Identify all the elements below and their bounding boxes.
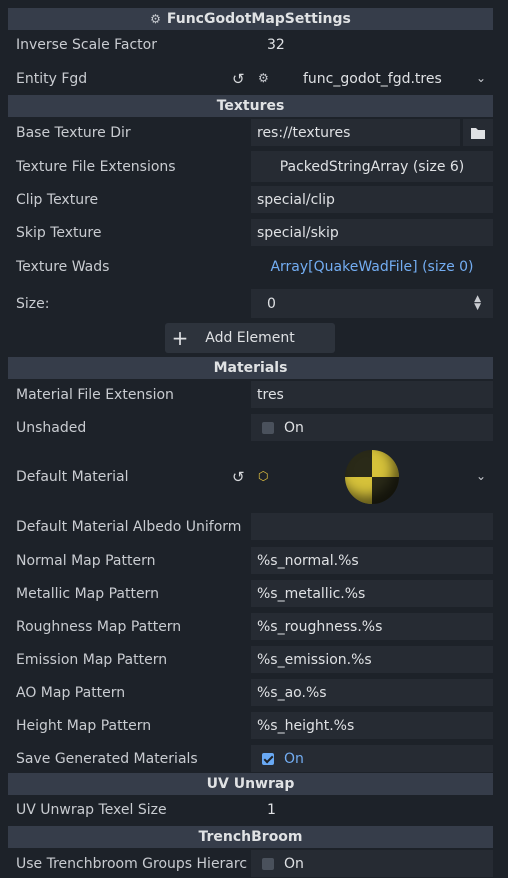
ao-map-field[interactable]: %s_ao.%s (251, 679, 493, 706)
default-material-row: Default Material ↺ ⬡ ⌄ (0, 447, 508, 507)
emission-map-row: Emission Map Pattern %s_emission.%s (0, 646, 508, 673)
albedo-uniform-label: Default Material Albedo Uniform (16, 518, 242, 535)
material-ext-label: Material File Extension (16, 386, 174, 403)
uv-texel-field[interactable]: 1 (251, 797, 493, 823)
size-label: Size: (16, 295, 50, 312)
unshaded-checkbox[interactable]: On (251, 414, 493, 441)
section-materials[interactable]: Materials (8, 357, 493, 379)
albedo-uniform-row: Default Material Albedo Uniform (0, 513, 508, 540)
groups-hierarchy-row: Use Trenchbroom Groups Hierarc... On (0, 850, 508, 877)
height-map-row: Height Map Pattern %s_height.%s (0, 712, 508, 739)
size-spinbox[interactable]: 0 ▲ ▼ (251, 289, 493, 318)
folder-icon[interactable] (463, 119, 493, 146)
add-element-button[interactable]: + Add Element (165, 323, 335, 353)
texture-wads-field[interactable]: Array[QuakeWadFile] (size 0) (251, 251, 493, 282)
entity-fgd-field[interactable]: func_godot_fgd.tres (303, 64, 483, 94)
header-title: FuncGodotMapSettings (166, 11, 351, 27)
material-cube-icon: ⬡ (258, 469, 269, 483)
section-uv-unwrap[interactable]: UV Unwrap (8, 773, 493, 795)
spin-arrows-icon[interactable]: ▲ ▼ (474, 295, 481, 312)
uv-texel-label: UV Unwrap Texel Size (16, 802, 167, 818)
height-map-field[interactable]: %s_height.%s (251, 712, 493, 739)
emission-map-field[interactable]: %s_emission.%s (251, 646, 493, 673)
checkbox-off-icon[interactable] (262, 857, 274, 870)
normal-map-row: Normal Map Pattern %s_normal.%s (0, 547, 508, 574)
clip-texture-row: Clip Texture special/clip (0, 186, 508, 213)
height-map-label: Height Map Pattern (16, 717, 152, 734)
texture-ext-field[interactable]: PackedStringArray (size 6) (251, 151, 493, 182)
metallic-map-row: Metallic Map Pattern %s_metallic.%s (0, 580, 508, 607)
texture-ext-label: Texture File Extensions (16, 158, 176, 175)
metallic-map-label: Metallic Map Pattern (16, 585, 159, 602)
save-generated-label: Save Generated Materials (16, 750, 198, 767)
revert-icon[interactable]: ↺ (232, 70, 245, 88)
section-trenchbroom[interactable]: TrenchBroom (8, 826, 493, 848)
inverse-scale-row: Inverse Scale Factor 32 (0, 31, 508, 59)
metallic-map-field[interactable]: %s_metallic.%s (251, 580, 493, 607)
texture-ext-row: Texture File Extensions PackedStringArra… (0, 151, 508, 182)
unshaded-label: Unshaded (16, 419, 87, 436)
emission-map-label: Emission Map Pattern (16, 651, 168, 668)
groups-hierarchy-label: Use Trenchbroom Groups Hierarc... (16, 855, 248, 872)
ao-map-label: AO Map Pattern (16, 684, 126, 701)
revert-icon[interactable]: ↺ (232, 468, 245, 486)
base-texture-dir-field[interactable]: res://textures (251, 119, 460, 146)
roughness-map-label: Roughness Map Pattern (16, 618, 182, 635)
save-generated-row: Save Generated Materials On (0, 745, 508, 772)
roughness-map-row: Roughness Map Pattern %s_roughness.%s (0, 613, 508, 640)
checkbox-off-icon[interactable] (262, 421, 274, 434)
skip-texture-label: Skip Texture (16, 224, 102, 241)
add-element-label: Add Element (205, 330, 295, 346)
godot-icon: ⚙ (150, 12, 161, 26)
save-generated-checkbox[interactable]: On (251, 745, 493, 772)
unshaded-row: Unshaded On (0, 414, 508, 441)
normal-map-label: Normal Map Pattern (16, 552, 156, 569)
texture-wads-row: Texture Wads Array[QuakeWadFile] (size 0… (0, 251, 508, 282)
entity-fgd-label: Entity Fgd (16, 71, 88, 87)
material-preview[interactable] (345, 450, 399, 504)
checkbox-checked-icon[interactable] (262, 752, 274, 765)
skip-texture-row: Skip Texture special/skip (0, 219, 508, 246)
unshaded-value: On (284, 419, 304, 436)
clip-texture-label: Clip Texture (16, 191, 99, 208)
entity-fgd-row: Entity Fgd ↺ ⚙ func_godot_fgd.tres ⌄ (0, 64, 508, 94)
chevron-down-icon[interactable]: ⌄ (476, 469, 486, 483)
resource-icon: ⚙ (258, 71, 269, 85)
uv-texel-row: UV Unwrap Texel Size 1 (0, 797, 508, 823)
skip-texture-field[interactable]: special/skip (251, 219, 493, 246)
plus-icon: + (171, 326, 189, 350)
material-ext-field[interactable]: tres (251, 381, 493, 408)
save-generated-value: On (284, 750, 304, 767)
texture-wads-label: Texture Wads (16, 258, 110, 275)
inspector-header: ⚙ FuncGodotMapSettings (8, 8, 493, 30)
ao-map-row: AO Map Pattern %s_ao.%s (0, 679, 508, 706)
base-texture-dir-row: Base Texture Dir res://textures (0, 119, 508, 146)
section-textures[interactable]: Textures (8, 95, 493, 117)
inverse-scale-field[interactable]: 32 (251, 31, 493, 59)
roughness-map-field[interactable]: %s_roughness.%s (251, 613, 493, 640)
material-ext-row: Material File Extension tres (0, 381, 508, 408)
normal-map-field[interactable]: %s_normal.%s (251, 547, 493, 574)
size-row: Size: 0 ▲ ▼ (0, 289, 508, 318)
size-value: 0 (267, 295, 276, 312)
clip-texture-field[interactable]: special/clip (251, 186, 493, 213)
base-texture-dir-label: Base Texture Dir (16, 124, 131, 141)
chevron-down-icon[interactable]: ⌄ (476, 71, 486, 85)
albedo-uniform-field[interactable] (251, 513, 493, 540)
default-material-label: Default Material (16, 469, 129, 485)
groups-hierarchy-checkbox[interactable]: On (251, 850, 493, 877)
groups-hierarchy-value: On (284, 855, 304, 872)
inverse-scale-label: Inverse Scale Factor (16, 37, 157, 53)
